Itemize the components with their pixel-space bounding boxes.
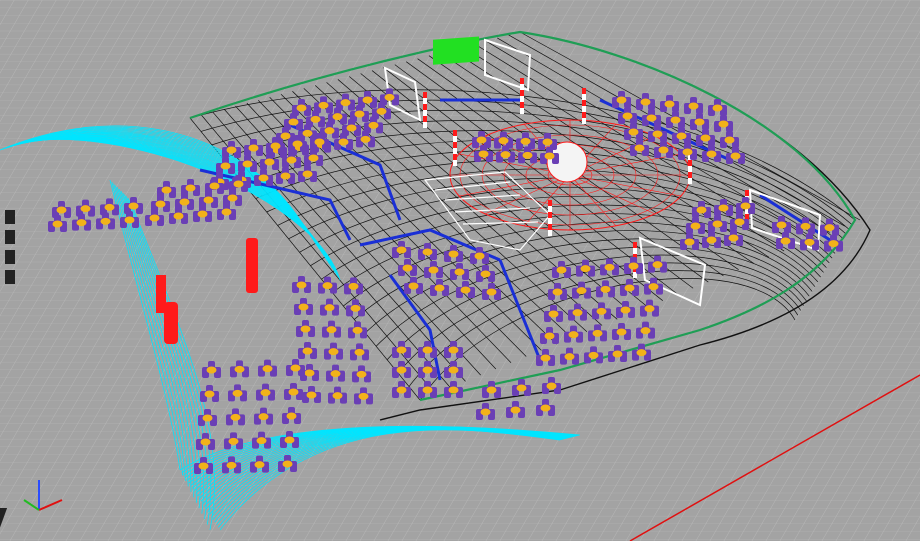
- striped-pole: [423, 92, 427, 128]
- 3d-viewport[interactable]: [0, 0, 920, 541]
- striped-pole: [582, 88, 586, 124]
- xyz-axis-gizmo-icon[interactable]: [14, 470, 74, 530]
- scene-canvas[interactable]: [0, 0, 920, 541]
- striped-pole: [548, 200, 552, 236]
- striped-pole: [453, 130, 457, 166]
- striped-pole: [520, 78, 524, 114]
- led-screen[interactable]: [433, 36, 479, 65]
